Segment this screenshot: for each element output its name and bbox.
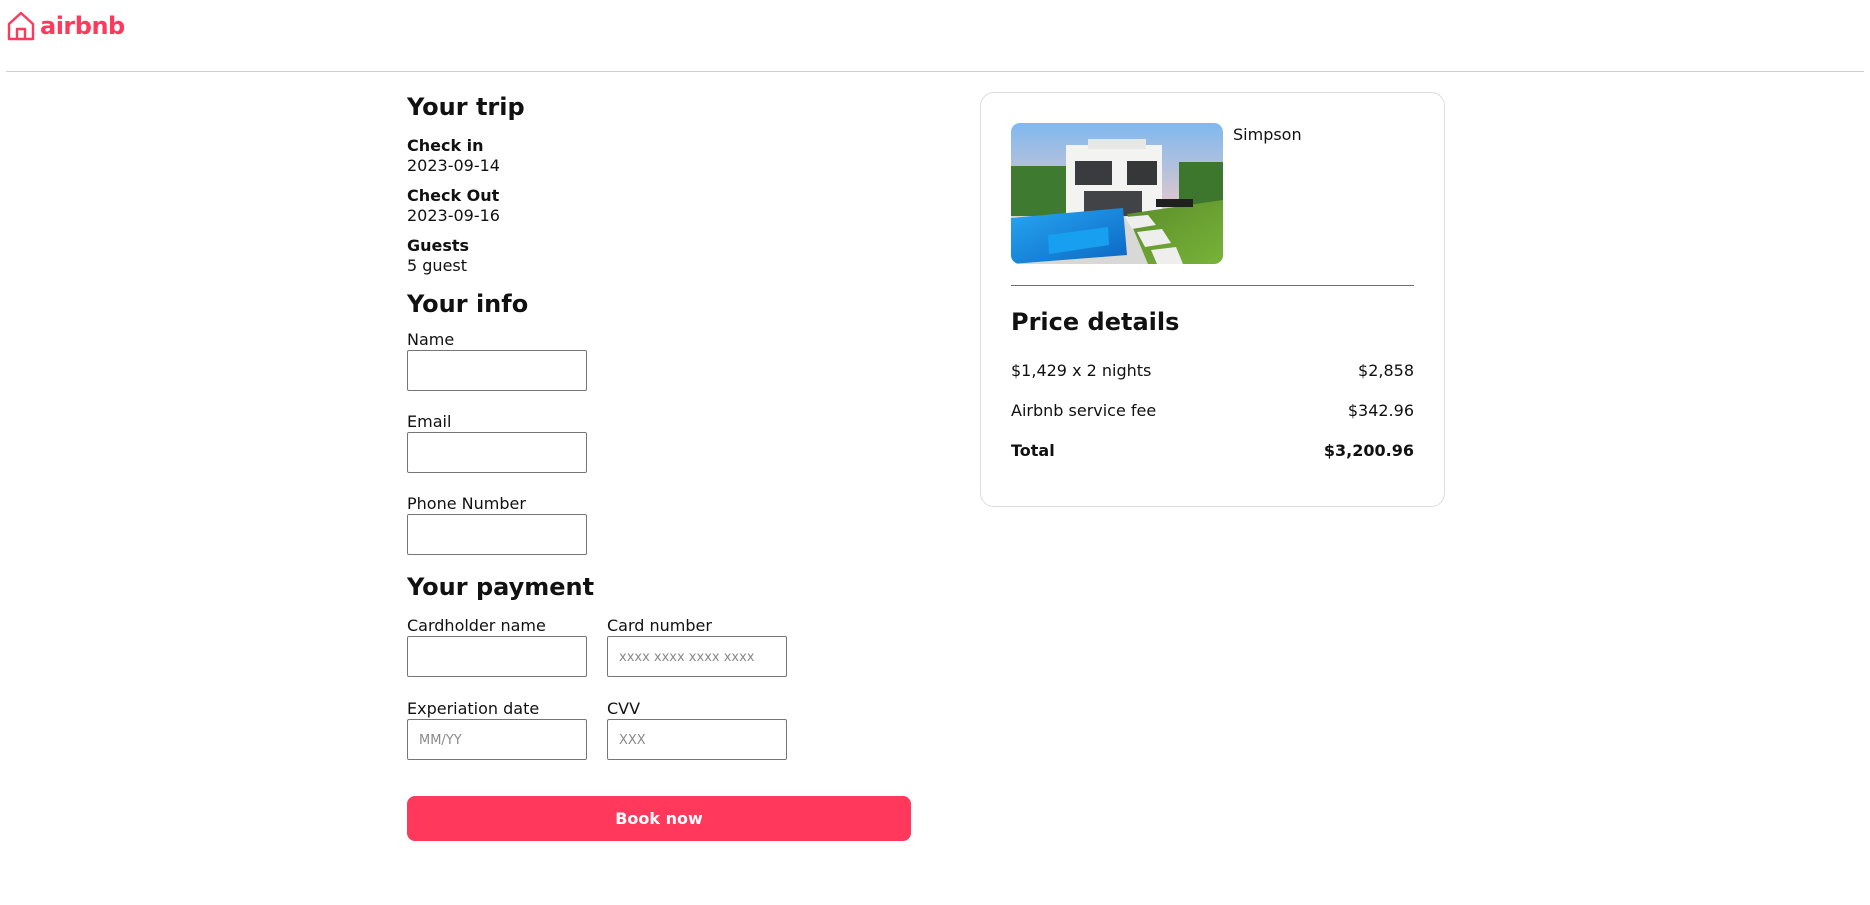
booking-form: Your trip Check in 2023-09-14 Check Out …	[407, 90, 937, 841]
card-number-label: Card number	[607, 616, 712, 635]
nightly-price-label: $1,429 x 2 nights	[1011, 361, 1152, 380]
guests-value: 5 guest	[407, 256, 468, 275]
listing-photo	[1011, 123, 1223, 264]
airbnb-logo[interactable]: airbnb	[6, 10, 125, 42]
expiration-label: Experiation date	[407, 699, 540, 718]
cvv-input[interactable]	[607, 719, 787, 760]
price-breakdown: $1,429 x 2 nights $2,858 Airbnb service …	[1011, 361, 1414, 481]
check-in-item: Check in 2023-09-14	[407, 136, 937, 176]
guests-item: Guests 5 guest	[407, 236, 937, 276]
phone-input[interactable]	[407, 514, 587, 555]
total-amount: $3,200.96	[1323, 441, 1414, 460]
cvv-field-group: CVV	[607, 699, 787, 760]
phone-field-group: Phone Number	[407, 494, 937, 555]
house-icon	[7, 11, 35, 41]
trip-section: Your trip Check in 2023-09-14 Check Out …	[407, 90, 937, 276]
total-label: Total	[1011, 441, 1055, 460]
email-field-group: Email	[407, 412, 937, 473]
total-row: Total $3,200.96	[1011, 441, 1414, 461]
nightly-price-amount: $2,858	[1358, 361, 1414, 380]
phone-label: Phone Number	[407, 494, 526, 513]
name-field-group: Name	[407, 330, 937, 391]
service-fee-label: Airbnb service fee	[1011, 401, 1157, 420]
info-section: Your info Name Email Phone Number	[407, 287, 937, 555]
trip-title: Your trip	[407, 93, 525, 121]
cvv-label: CVV	[607, 699, 641, 718]
name-input[interactable]	[407, 350, 587, 391]
price-summary-card: Simpson Price details $1,429 x 2 nights …	[980, 92, 1445, 507]
card-number-field-group: Card number	[607, 616, 787, 677]
check-out-item: Check Out 2023-09-16	[407, 186, 937, 226]
cardholder-field-group: Cardholder name	[407, 616, 587, 677]
card-number-input[interactable]	[607, 636, 787, 677]
top-header: airbnb	[6, 0, 1864, 72]
payment-title: Your payment	[407, 573, 595, 601]
check-in-label: Check in	[407, 136, 484, 155]
expiration-field-group: Experiation date	[407, 699, 587, 760]
info-title: Your info	[407, 290, 529, 318]
nightly-price-row: $1,429 x 2 nights $2,858	[1011, 361, 1414, 381]
payment-section: Your payment Cardholder name Card number…	[407, 570, 937, 841]
email-input[interactable]	[407, 432, 587, 473]
price-details-title: Price details	[1011, 308, 1180, 336]
book-now-button[interactable]: Book now	[407, 796, 911, 841]
payment-fields: Cardholder name Card number Experiation …	[407, 616, 937, 760]
listing-preview: Simpson	[1011, 123, 1302, 264]
check-in-value: 2023-09-14	[407, 156, 500, 175]
cardholder-input[interactable]	[407, 636, 587, 677]
summary-divider	[1011, 285, 1414, 286]
listing-name: Simpson	[1233, 125, 1302, 144]
service-fee-amount: $342.96	[1347, 401, 1414, 420]
expiration-input[interactable]	[407, 719, 587, 760]
name-label: Name	[407, 330, 455, 349]
brand-name: airbnb	[40, 12, 125, 40]
email-label: Email	[407, 412, 452, 431]
guests-label: Guests	[407, 236, 470, 255]
cardholder-label: Cardholder name	[407, 616, 546, 635]
service-fee-row: Airbnb service fee $342.96	[1011, 401, 1414, 421]
check-out-label: Check Out	[407, 186, 500, 205]
check-out-value: 2023-09-16	[407, 206, 500, 225]
